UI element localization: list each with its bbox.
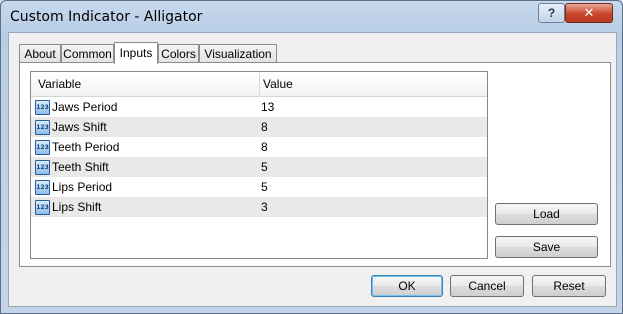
column-header-variable[interactable]: Variable [38,72,81,96]
close-button[interactable]: ✕ [565,3,613,23]
variable-name: Lips Period [52,180,113,194]
variable-value[interactable]: 5 [261,157,268,177]
reset-button[interactable]: Reset [532,275,606,297]
close-icon: ✕ [583,5,595,20]
inputs-table[interactable]: Variable Value 123 Jaws Period 13 123 Ja… [30,71,488,259]
table-row[interactable]: 123 Lips Shift 3 [31,197,487,217]
variable-name: Jaws Shift [52,120,107,134]
dialog-window: Custom Indicator - Alligator ? ✕ About C… [0,0,623,314]
inputs-panel: Variable Value 123 Jaws Period 13 123 Ja… [19,62,611,267]
tab-visualization[interactable]: Visualization [199,44,277,63]
tab-common[interactable]: Common [61,44,114,63]
save-button[interactable]: Save [495,236,598,258]
variable-value[interactable]: 8 [261,117,268,137]
variable-name: Teeth Period [52,140,120,154]
variable-name: Teeth Shift [52,160,109,174]
integer-icon: 123 [35,100,50,115]
table-row[interactable]: 123 Jaws Period 13 [31,97,487,117]
cancel-button[interactable]: Cancel [450,275,524,297]
integer-icon: 123 [35,120,50,135]
variable-name: Lips Shift [52,200,102,214]
integer-icon: 123 [35,200,50,215]
table-row[interactable]: 123 Lips Period 5 [31,177,487,197]
window-title: Custom Indicator - Alligator [10,9,203,25]
variable-value[interactable]: 3 [261,197,268,217]
integer-icon: 123 [35,140,50,155]
tab-about[interactable]: About [19,44,61,63]
title-bar[interactable]: Custom Indicator - Alligator ? ✕ [1,1,622,33]
table-row[interactable]: 123 Jaws Shift 8 [31,117,487,137]
load-button[interactable]: Load [495,203,598,225]
help-button[interactable]: ? [538,3,565,23]
dialog-body: About Common Inputs Colors Visualization… [8,32,617,307]
tab-inputs[interactable]: Inputs [114,42,158,64]
column-header-value[interactable]: Value [263,72,293,96]
table-row[interactable]: 123 Teeth Period 8 [31,137,487,157]
table-row[interactable]: 123 Teeth Shift 5 [31,157,487,177]
variable-value[interactable]: 13 [261,97,274,117]
ok-button[interactable]: OK [371,275,443,297]
integer-icon: 123 [35,160,50,175]
integer-icon: 123 [35,180,50,195]
variable-value[interactable]: 8 [261,137,268,157]
table-header: Variable Value [31,72,487,97]
variable-name: Jaws Period [52,100,118,114]
tab-colors[interactable]: Colors [158,44,199,63]
variable-value[interactable]: 5 [261,177,268,197]
column-divider[interactable] [259,72,260,96]
